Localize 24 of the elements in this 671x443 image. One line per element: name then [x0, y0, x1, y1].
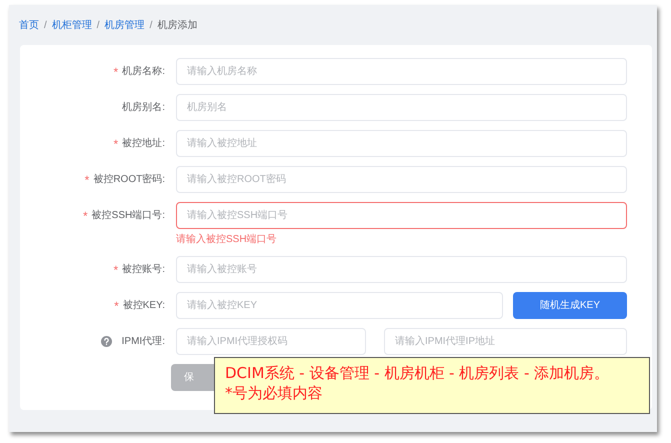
field-label: 被控ROOT密码:: [93, 172, 165, 187]
breadcrumb-link[interactable]: 机房管理: [104, 18, 145, 32]
field-label: 机房别名:: [122, 100, 165, 115]
breadcrumb-separator: /: [150, 18, 152, 32]
field-label: 机房名称:: [122, 64, 165, 79]
field-label: 被控SSH端口号:: [92, 208, 165, 223]
field-label: 被控账号:: [122, 262, 165, 277]
error-message: 请输入被控SSH端口号: [176, 232, 278, 247]
input-field[interactable]: 请输入被控SSH端口号: [176, 202, 627, 229]
required-mark: *: [82, 208, 88, 224]
required-mark: *: [114, 298, 119, 314]
field-label: 被控地址:: [122, 136, 165, 151]
required-mark: *: [114, 136, 118, 152]
required-mark: *: [114, 64, 118, 80]
field-label: IPMI代理:: [122, 335, 165, 349]
generate-key-button[interactable]: 随机生成KEY: [513, 292, 627, 319]
breadcrumb-current: 机房添加: [157, 18, 198, 32]
breadcrumb-separator: /: [96, 18, 100, 32]
required-mark: *: [84, 172, 90, 188]
required-mark: *: [114, 262, 118, 278]
breadcrumb-separator: /: [44, 18, 47, 32]
field-label: 被控KEY:: [122, 298, 165, 313]
breadcrumb-link[interactable]: 首页: [19, 18, 39, 32]
breadcrumb-link[interactable]: 机柜管理: [52, 18, 92, 32]
